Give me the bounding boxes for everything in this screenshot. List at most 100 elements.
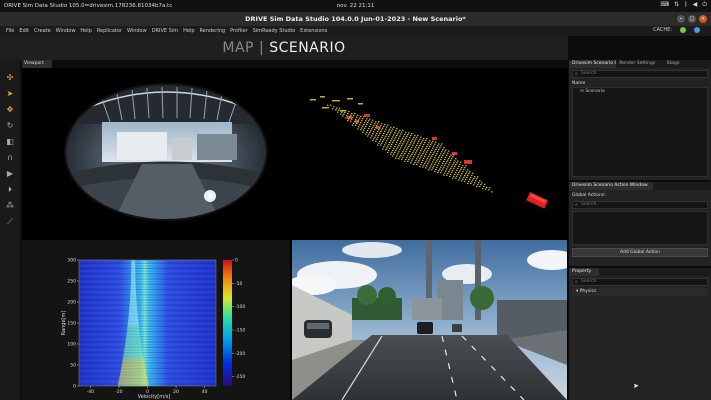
property-search-input[interactable]: ⌕ Search <box>572 278 708 286</box>
radar-range-velocity-heatmap[interactable]: 0 -50 -100 -150 -200 -250 -40 -20 0 20 40 0 50 100 15… <box>22 240 290 400</box>
heatmap-band <box>79 312 216 314</box>
close-button[interactable]: ✕ <box>699 15 707 23</box>
tree-item-scenario[interactable]: ⊟ Scenario <box>573 88 707 95</box>
menu-rendering[interactable]: Rendering <box>200 28 226 34</box>
lidar-point <box>450 154 452 156</box>
lidar-point <box>422 159 424 161</box>
menu-create[interactable]: Create <box>34 28 51 34</box>
lidar-point <box>384 130 386 132</box>
lidar-point <box>395 149 397 152</box>
maximize-button[interactable]: □ <box>688 15 696 23</box>
live-status-icon[interactable] <box>694 27 700 33</box>
cache-status-icon[interactable] <box>680 27 686 33</box>
heatmap-band <box>79 278 216 280</box>
lidar-point <box>416 144 418 146</box>
lidar-point <box>406 135 408 138</box>
lidar-point <box>444 151 446 153</box>
lidar-point <box>406 156 408 159</box>
lidar-point <box>441 151 443 153</box>
tab-property[interactable]: Property <box>569 268 599 276</box>
magnet-tool-icon[interactable]: ∩ <box>4 152 16 163</box>
measure-tool-icon[interactable]: ⟋ <box>4 216 16 227</box>
lidar-point <box>451 171 453 173</box>
lidar-point <box>365 120 367 122</box>
menu-edit[interactable]: Edit <box>19 28 29 34</box>
lidar-point <box>413 142 415 144</box>
lidar-point <box>408 132 410 134</box>
menu-simready-studio[interactable]: SimReady Studio <box>253 28 295 34</box>
lidar-point <box>417 161 419 164</box>
lidar-point <box>459 177 461 179</box>
rotate-tool-icon[interactable]: ↻ <box>4 120 16 131</box>
outliner-name-column[interactable]: Name <box>569 80 711 87</box>
lidar-point <box>374 129 376 131</box>
lidar-point <box>358 126 360 128</box>
lidar-point <box>415 160 417 162</box>
tab-render-settings[interactable]: Render Settings <box>616 60 663 68</box>
scale-tool-icon[interactable]: ◧ <box>4 136 16 147</box>
lidar-point <box>431 142 433 144</box>
power-icon[interactable]: ⏻ <box>702 1 707 9</box>
heatmap-band <box>79 370 216 372</box>
lidar-point <box>447 166 449 168</box>
lidar-point <box>345 110 347 112</box>
lidar-point <box>373 131 375 133</box>
lidar-point <box>425 161 427 163</box>
outliner-tree[interactable]: ⊟ Scenario <box>572 87 708 177</box>
lidar-point <box>429 159 431 161</box>
menu-replicator[interactable]: Replicator <box>97 28 122 34</box>
lidar-point <box>423 144 425 146</box>
menu-help[interactable]: Help <box>80 28 91 34</box>
play-icon[interactable]: ▶ <box>4 168 16 179</box>
lidar-point <box>452 177 454 179</box>
network-icon[interactable]: ⇅ <box>674 1 679 9</box>
menu-help-2[interactable]: Help <box>183 28 194 34</box>
lidar-point <box>398 158 400 160</box>
scenario-mode-tab[interactable]: SCENARIO <box>269 40 345 56</box>
menu-drive-sim[interactable]: DRIVE Sim <box>152 28 178 34</box>
lidar-point <box>338 109 340 111</box>
lidar-point-cloud-view[interactable] <box>292 74 567 238</box>
physics-section-header[interactable]: ▾ Physics <box>572 288 708 296</box>
fisheye-camera-view[interactable] <box>22 74 290 238</box>
heatmap-streak <box>124 348 143 352</box>
lidar-point <box>377 144 379 146</box>
map-mode-tab[interactable]: MAP <box>222 40 254 56</box>
action-search-input[interactable]: ⌕ Search <box>572 201 708 209</box>
lidar-point <box>380 144 382 146</box>
menu-file[interactable]: File <box>6 28 14 34</box>
bluetooth-icon[interactable]: ᛒ <box>684 1 688 9</box>
move-tool-icon[interactable]: ✥ <box>4 104 16 115</box>
lidar-point <box>409 157 411 159</box>
lidar-point <box>448 157 450 160</box>
step-icon[interactable]: ⏵ <box>4 184 16 195</box>
global-actions-list[interactable] <box>572 211 708 245</box>
tree-item-label: Scenario <box>585 89 605 94</box>
select-tool-icon[interactable]: ➤ <box>4 88 16 99</box>
menu-window-2[interactable]: Window <box>127 28 147 34</box>
lidar-point <box>391 130 393 132</box>
keyboard-icon[interactable]: ⌨ <box>660 1 669 9</box>
waypoint-tool-icon[interactable]: ⁂ <box>4 200 16 211</box>
snap-tool-icon[interactable]: ✣ <box>4 72 16 83</box>
lidar-point <box>432 140 434 142</box>
menu-profiler[interactable]: Profiler <box>230 28 248 34</box>
tab-scenario-outliner[interactable]: Drivesim Scenario Outliner <box>569 60 617 68</box>
lidar-point <box>383 139 385 141</box>
lidar-point <box>396 128 398 130</box>
tab-stage[interactable]: Stage <box>664 60 711 68</box>
viewport-tab[interactable]: Viewport <box>22 60 52 68</box>
menu-window[interactable]: Window <box>56 28 76 34</box>
menu-extensions[interactable]: Extensions <box>300 28 327 34</box>
rendered-camera-view[interactable] <box>292 240 567 400</box>
outliner-search-input[interactable]: ⌕ Search <box>572 70 708 78</box>
os-app-title[interactable]: DRIVE Sim Data Studio 105.0=drivesim.178… <box>0 3 200 9</box>
add-global-action-button[interactable]: Add Global Action <box>572 248 708 257</box>
lidar-point <box>441 156 443 159</box>
minimize-button[interactable]: – <box>677 15 685 23</box>
volume-icon[interactable]: ◀ <box>693 1 698 9</box>
tab-action-window[interactable]: Drivesim Scenario Action Window <box>569 182 653 190</box>
lidar-point <box>429 153 431 155</box>
lidar-point <box>412 144 414 146</box>
lidar-point <box>457 160 459 162</box>
